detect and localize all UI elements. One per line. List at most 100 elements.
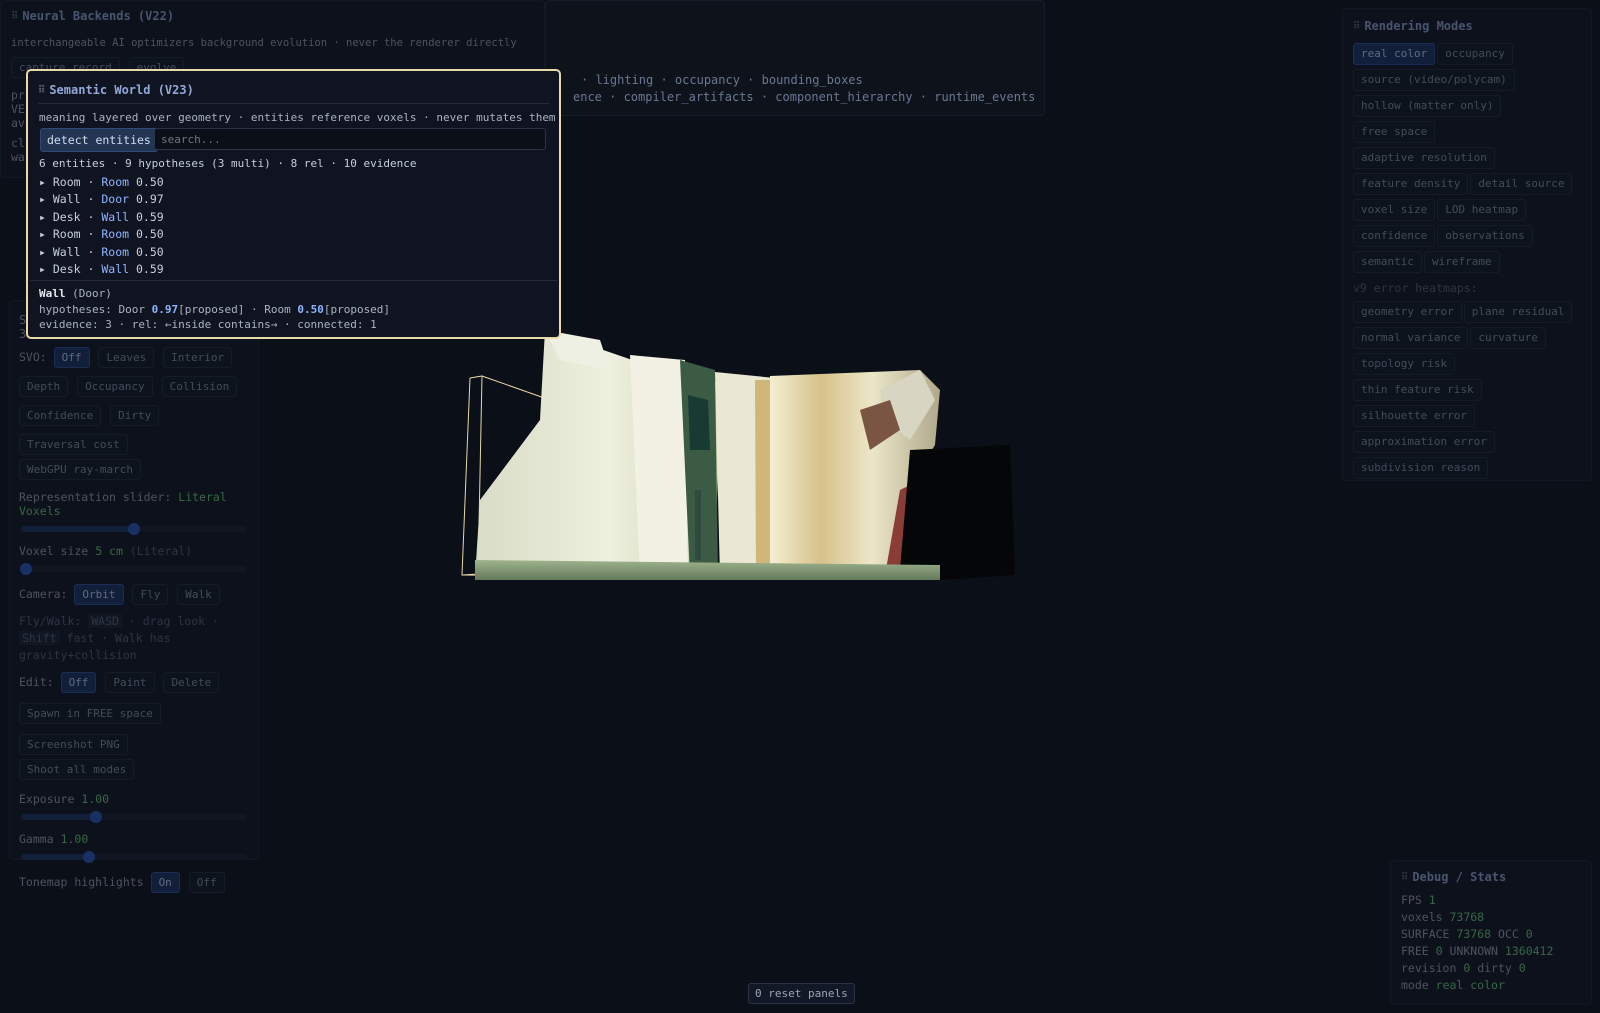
svo-occupancy-button[interactable]: Occupancy — [77, 376, 153, 397]
semantic-panel-title: Semantic World (V23) — [49, 83, 194, 97]
render-mode-adaptive-resolution-button[interactable]: adaptive resolution — [1353, 147, 1495, 169]
flywalk-hint: Fly/Walk: WASD · drag look · Shift fast … — [19, 613, 249, 664]
render-mode-hollow-matter-only-button[interactable]: hollow (matter only) — [1353, 95, 1502, 117]
drag-grip-icon[interactable]: ⠿ — [1401, 869, 1408, 886]
tonemap-row: Tonemap highlights On Off — [19, 872, 249, 897]
screenshot-png-button[interactable]: Screenshot PNG — [19, 734, 128, 755]
render-mode-normal-variance-button[interactable]: normal variance — [1353, 327, 1469, 349]
debug-panel-header[interactable]: ⠿ Debug / Stats — [1401, 869, 1581, 886]
controls-panel: S 3 SVO: Off Leaves Interior Depth Occup… — [9, 300, 259, 893]
render-mode-lod-heatmap-button[interactable]: LOD heatmap — [1437, 199, 1527, 221]
drag-grip-icon[interactable]: ⠿ — [11, 11, 18, 22]
render-mode-thin-feature-risk-button[interactable]: thin feature risk — [1353, 379, 1482, 401]
entity-type: Room — [101, 227, 130, 242]
render-mode-occupancy-button[interactable]: occupancy — [1437, 43, 1513, 65]
edit-row: Edit: Off Paint Delete — [19, 672, 249, 697]
hypothesis-status: [proposed] — [323, 302, 391, 316]
render-mode-list: real color occupancy source (video/polycam… — [1353, 43, 1581, 277]
camera-walk-button[interactable]: Walk — [177, 584, 220, 605]
detail-entity-type: (Door) — [72, 287, 112, 300]
svo-interior-button[interactable]: Interior — [163, 347, 233, 368]
tonemap-off-button[interactable]: Off — [188, 872, 225, 893]
svo-webgpu-button[interactable]: WebGPU ray-march — [19, 459, 141, 480]
edit-off-button[interactable]: Off — [60, 672, 97, 693]
slider-handle[interactable] — [89, 811, 102, 823]
entity-list-item[interactable]: ▸ Wall · Room 0.50 — [39, 245, 164, 262]
camera-row: Camera: Orbit Fly Walk — [19, 584, 249, 609]
gamma-value: 1.00 — [60, 832, 89, 846]
edit-delete-button[interactable]: Delete — [163, 672, 220, 693]
svo-confidence-button[interactable]: Confidence — [19, 405, 102, 426]
spawn-free-space-button[interactable]: Spawn in FREE space — [19, 703, 161, 724]
drag-grip-icon[interactable]: ⠿ — [1353, 21, 1360, 32]
drag-grip-icon[interactable]: ⠿ — [38, 85, 45, 96]
detect-entities-button[interactable]: detect entities — [40, 128, 158, 152]
render-mode-semantic-button[interactable]: semantic — [1353, 251, 1422, 273]
neural-panel-header[interactable]: ⠿ Neural Backends (V22) — [11, 9, 534, 23]
rendering-panel-title: Rendering Modes — [1364, 19, 1473, 33]
edit-paint-button[interactable]: Paint — [105, 672, 155, 693]
free-value: 0 — [1435, 944, 1443, 958]
revision-label: revision — [1401, 961, 1457, 975]
rendering-panel-header[interactable]: ⠿ Rendering Modes — [1353, 19, 1581, 33]
debug-stats-panel: ⠿ Debug / Stats FPS 1 voxels 73768 SURFA… — [1390, 860, 1592, 1005]
entity-name: Wall — [52, 244, 81, 259]
detail-evidence: evidence: 3 · rel: ←inside contains→ · c… — [39, 318, 377, 331]
entity-list-item[interactable]: ▸ Desk · Wall 0.59 — [39, 210, 164, 227]
render-mode-free-space-button[interactable]: free space — [1353, 121, 1436, 143]
entity-list-item[interactable]: ▸ Room · Room 0.50 — [39, 175, 164, 192]
entity-list-item[interactable]: ▸ Room · Room 0.50 — [39, 227, 164, 244]
camera-fly-button[interactable]: Fly — [132, 584, 169, 605]
gamma-slider[interactable] — [21, 851, 247, 863]
entity-list-item[interactable]: ▸ Desk · Wall 0.59 — [39, 262, 164, 279]
hypothesis-confidence: 0.50 — [297, 302, 324, 316]
entity-detail: Wall (Door) hypotheses: Door 0.97[propos… — [39, 286, 390, 333]
slider-handle[interactable] — [128, 523, 140, 535]
render-mode-feature-density-button[interactable]: feature density — [1353, 173, 1469, 195]
gamma-label: Gamma 1.00 — [19, 832, 249, 846]
render-mode-source-video-polycam-button[interactable]: source (video/polycam) — [1353, 69, 1515, 91]
render-mode-curvature-button[interactable]: curvature — [1470, 327, 1546, 349]
tonemap-on-button[interactable]: On — [150, 872, 180, 893]
render-mode-confidence-button[interactable]: confidence — [1353, 225, 1436, 247]
exposure-slider[interactable] — [21, 811, 247, 823]
render-mode-wireframe-button[interactable]: wireframe — [1423, 251, 1500, 273]
entity-search-input[interactable] — [154, 128, 546, 150]
semantic-panel-header[interactable]: ⠿ Semantic World (V23) — [38, 83, 194, 97]
camera-orbit-button[interactable]: Orbit — [74, 584, 124, 605]
screenshot-row: Screenshot PNG Shoot all modes — [19, 734, 249, 784]
render-mode-real-color-button[interactable]: real color — [1353, 43, 1436, 65]
reset-panels-button[interactable]: 0 reset panels — [748, 983, 855, 1004]
slider-handle[interactable] — [19, 563, 32, 575]
render-mode-observations-button[interactable]: observations — [1437, 225, 1533, 247]
mode-label: mode — [1401, 978, 1429, 992]
render-mode-voxel-size-button[interactable]: voxel size — [1353, 199, 1436, 221]
render-mode-subdivision-reason-button[interactable]: subdivision reason — [1353, 457, 1489, 479]
render-mode-detail-source-button[interactable]: detail source — [1470, 173, 1573, 195]
semantic-stats: 6 entities · 9 hypotheses (3 multi) · 8 … — [39, 157, 417, 170]
heatmaps-label: v9 error heatmaps: — [1353, 281, 1478, 295]
voxel-scene-viewport[interactable] — [440, 300, 1040, 610]
voxels-stat: voxels 73768 — [1401, 909, 1581, 926]
voxel-size-slider[interactable] — [19, 563, 247, 575]
tonemap-label: Tonemap highlights — [19, 875, 144, 889]
header-divider — [38, 103, 549, 104]
voxels-label: voxels — [1401, 910, 1443, 924]
render-mode-topology-risk-button[interactable]: topology risk — [1353, 353, 1456, 375]
slider-handle[interactable] — [82, 851, 95, 863]
render-mode-silhouette-error-button[interactable]: silhouette error — [1353, 405, 1475, 427]
svo-off-button[interactable]: Off — [53, 347, 90, 368]
render-mode-plane-residual-button[interactable]: plane residual — [1463, 301, 1573, 323]
svo-depth-button[interactable]: Depth — [19, 376, 69, 397]
svo-dirty-button[interactable]: Dirty — [110, 405, 160, 426]
render-mode-approximation-error-button[interactable]: approximation error — [1353, 431, 1495, 453]
debug-panel-title: Debug / Stats — [1412, 870, 1507, 884]
shoot-all-modes-button[interactable]: Shoot all modes — [19, 759, 135, 780]
entity-list-item[interactable]: ▸ Wall · Door 0.97 — [39, 192, 164, 209]
representation-slider[interactable] — [21, 523, 247, 535]
render-mode-geometry-error-button[interactable]: geometry error — [1353, 301, 1462, 323]
occ-label: OCC — [1497, 927, 1519, 941]
svo-leaves-button[interactable]: Leaves — [98, 347, 155, 368]
svo-traversal-button[interactable]: Traversal cost — [19, 434, 128, 455]
svo-collision-button[interactable]: Collision — [161, 376, 238, 397]
